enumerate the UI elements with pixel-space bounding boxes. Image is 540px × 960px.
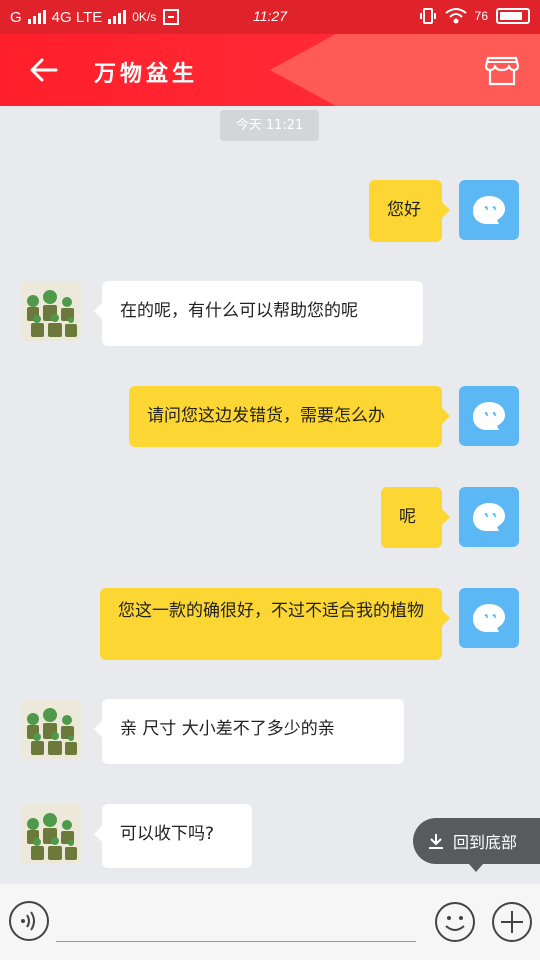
page-title: 万物盆生: [94, 62, 199, 87]
incoming-message[interactable]: 可以收下吗?: [94, 804, 252, 868]
download-arrow-icon: [429, 834, 443, 849]
chat-face-icon: [473, 604, 505, 632]
battery-icon: [496, 8, 530, 24]
vibrate-icon: [419, 8, 436, 24]
plants-avatar-icon: [21, 281, 81, 341]
outgoing-message[interactable]: 您好: [369, 180, 450, 242]
emoji-icon[interactable]: [433, 900, 477, 944]
outgoing-message[interactable]: 您这一款的确很好，不过不适合我的植物: [100, 588, 450, 660]
shop-avatar[interactable]: [21, 804, 81, 864]
message-input[interactable]: [56, 894, 416, 942]
self-avatar[interactable]: [459, 487, 519, 547]
chat-face-icon: [473, 503, 505, 531]
chat-face-icon: [473, 402, 505, 430]
scroll-to-bottom-label: 回到底部: [453, 833, 518, 852]
chat-header: 万物盆生: [0, 34, 540, 106]
message-text: 亲 尺寸 大小差不了多少的亲: [120, 719, 335, 739]
input-bar: [0, 884, 540, 960]
self-avatar[interactable]: [459, 386, 519, 446]
store-icon[interactable]: [484, 52, 520, 88]
chat-face-icon: [473, 196, 505, 224]
outgoing-message[interactable]: 请问您这边发错货，需要怎么办: [129, 386, 450, 447]
message-text: 可以收下吗?: [120, 824, 215, 844]
voice-icon[interactable]: [8, 900, 50, 942]
wifi-icon: [445, 8, 467, 24]
self-avatar[interactable]: [459, 180, 519, 240]
chat-time-label: 今天 11:21: [220, 110, 319, 141]
plus-icon[interactable]: [490, 900, 534, 944]
shop-avatar[interactable]: [21, 281, 81, 341]
plants-avatar-icon: [21, 804, 81, 864]
shop-avatar[interactable]: [21, 699, 81, 759]
message-text: 请问您这边发错货，需要怎么办: [147, 406, 385, 426]
self-avatar[interactable]: [459, 588, 519, 648]
message-text: 在的呢，有什么可以帮助您的呢: [120, 301, 358, 321]
incoming-message[interactable]: 亲 尺寸 大小差不了多少的亲: [94, 699, 404, 764]
scroll-to-bottom-button[interactable]: 回到底部: [413, 818, 540, 872]
message-text: 您好: [387, 200, 421, 220]
outgoing-message[interactable]: 呢: [381, 487, 450, 548]
battery-percent: 76: [474, 9, 488, 23]
incoming-message[interactable]: 在的呢，有什么可以帮助您的呢: [94, 281, 423, 346]
message-text: 您这一款的确很好，不过不适合我的植物: [118, 601, 424, 621]
plants-avatar-icon: [21, 699, 81, 759]
message-text: 呢: [399, 507, 416, 527]
back-arrow-icon[interactable]: [24, 50, 64, 90]
status-bar: G 4G LTE 0K/s 11:27 76: [0, 0, 540, 34]
status-right: 76: [419, 7, 530, 25]
